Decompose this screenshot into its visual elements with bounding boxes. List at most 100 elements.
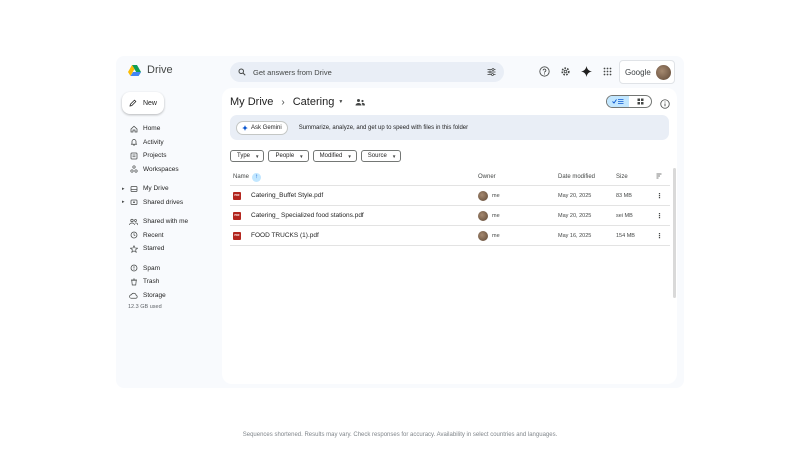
spam-icon: [129, 264, 138, 273]
drive-logo-icon: [128, 64, 141, 76]
pdf-file-icon: PDF: [233, 231, 241, 240]
list-view-button[interactable]: [607, 96, 629, 107]
more-actions-icon[interactable]: ⋮: [656, 232, 663, 240]
sidebar-item-label: Activity: [143, 138, 164, 146]
apps-grid-icon[interactable]: [601, 65, 613, 77]
gemini-sparkle-icon[interactable]: [580, 65, 592, 77]
pdf-file-icon: PDF: [233, 191, 241, 200]
dropdown-arrow-icon: ▼: [255, 153, 260, 159]
people-icon: [129, 217, 138, 226]
avatar[interactable]: [656, 64, 671, 80]
sidebar-item-shared-with-me[interactable]: Shared with me: [122, 215, 220, 229]
file-owner: me: [492, 212, 500, 219]
sidebar-item-label: Spam: [143, 264, 160, 272]
more-actions-icon[interactable]: ⋮: [656, 212, 663, 220]
more-actions-icon[interactable]: ⋮: [656, 192, 663, 200]
file-owner: me: [492, 192, 500, 199]
expand-caret-icon[interactable]: ▸: [122, 199, 125, 205]
home-icon: [129, 124, 138, 133]
file-date-modified: May 16, 2025: [558, 232, 592, 239]
breadcrumb: My Drive › Catering ▼: [230, 96, 366, 108]
pencil-icon: [129, 99, 137, 107]
breadcrumb-root[interactable]: My Drive: [230, 96, 273, 108]
sidebar-item-label: Storage: [143, 291, 166, 299]
filter-chip-source[interactable]: Source ▼: [360, 150, 402, 162]
filter-chip-modified[interactable]: Modified ▼: [312, 150, 357, 162]
new-button[interactable]: New: [122, 92, 164, 114]
dropdown-arrow-icon: ▼: [347, 153, 352, 159]
projects-icon: [129, 151, 138, 160]
sidebar-item-label: Starred: [143, 245, 165, 253]
gemini-suggestion-bar: Ask Gemini Summarize, analyze, and get u…: [230, 115, 669, 140]
shared-folder-icon[interactable]: [355, 98, 366, 106]
file-date-modified: May 20, 2025: [558, 192, 592, 199]
file-table: Name ↑ Owner Date modified Size PDF Cate…: [230, 169, 670, 246]
drive-icon: [129, 184, 138, 193]
search-input[interactable]: Get answers from Drive: [253, 68, 487, 77]
new-button-label: New: [142, 99, 157, 107]
column-header-size[interactable]: Size: [616, 174, 628, 180]
settings-gear-icon[interactable]: [559, 65, 571, 77]
file-name[interactable]: FOOD TRUCKS (1).pdf: [251, 232, 319, 239]
sidebar-item-projects[interactable]: Projects: [122, 149, 220, 163]
ask-gemini-button[interactable]: Ask Gemini: [236, 120, 288, 135]
file-name[interactable]: Catering_ Specialized food stations.pdf: [251, 212, 364, 219]
cloud-icon: [129, 291, 138, 300]
file-size: sei MB: [616, 212, 633, 219]
sidebar-item-trash[interactable]: Trash: [122, 275, 220, 289]
info-icon[interactable]: [660, 96, 670, 114]
sidebar-item-workspaces[interactable]: Workspaces: [122, 163, 220, 177]
account-switcher[interactable]: Google: [619, 60, 675, 84]
help-icon[interactable]: [538, 65, 550, 77]
filter-chip-type[interactable]: Type ▼: [230, 150, 265, 162]
filter-chip-label: Modified: [319, 153, 343, 159]
dropdown-arrow-icon: ▼: [391, 153, 397, 159]
sidebar-item-my-drive[interactable]: ▸ My Drive: [122, 182, 220, 196]
drive-app-window: Drive Get answers from Drive Google New …: [116, 56, 684, 388]
bell-icon: [129, 138, 138, 147]
column-header-date-modified[interactable]: Date modified: [558, 174, 595, 180]
file-name[interactable]: Catering_Buffet Style.pdf: [251, 192, 323, 199]
footer-disclaimer: Sequences shortened. Results may vary. C…: [242, 432, 558, 438]
filter-chip-people[interactable]: People ▼: [268, 150, 309, 162]
column-header-name[interactable]: Name ↑: [233, 172, 262, 182]
trash-icon: [129, 277, 138, 286]
sidebar-item-activity[interactable]: Activity: [122, 136, 220, 150]
sidebar-item-spam[interactable]: Spam: [122, 262, 220, 276]
storage-usage-text: 12.3 GB used: [128, 304, 162, 310]
sidebar-item-label: Projects: [143, 152, 167, 160]
sidebar-item-recent[interactable]: Recent: [122, 229, 220, 243]
sidebar-item-label: Recent: [143, 231, 164, 239]
dropdown-arrow-icon: ▼: [299, 153, 304, 159]
gemini-prompt-text: Summarize, analyze, and get up to speed …: [298, 124, 469, 131]
search-bar[interactable]: Get answers from Drive: [230, 62, 504, 82]
sidebar-item-label: Home: [143, 125, 161, 133]
main-content: My Drive › Catering ▼ Ask Gemini Summari…: [222, 88, 677, 384]
sidebar-item-shared-drives[interactable]: ▸ Shared drives: [122, 196, 220, 210]
filter-chip-label: People: [275, 153, 295, 159]
expand-caret-icon[interactable]: ▸: [122, 186, 125, 192]
shared-drives-icon: [129, 198, 138, 207]
sidebar-item-home[interactable]: Home: [122, 122, 220, 136]
table-row[interactable]: PDF FOOD TRUCKS (1).pdf me May 16, 2025 …: [230, 226, 670, 246]
ask-gemini-label: Ask Gemini: [251, 124, 282, 131]
drive-logo[interactable]: Drive: [128, 64, 173, 76]
sort-options-icon[interactable]: [656, 173, 662, 181]
table-header: Name ↑ Owner Date modified Size: [230, 169, 670, 186]
sort-ascending-icon[interactable]: ↑: [252, 172, 262, 182]
filter-chip-label: Type: [237, 153, 251, 159]
table-row[interactable]: PDF Catering_Buffet Style.pdf me May 20,…: [230, 186, 670, 206]
filter-options-icon[interactable]: [487, 68, 496, 76]
sidebar-item-label: Workspaces: [143, 165, 179, 173]
folder-menu-dropdown-icon: ▼: [338, 99, 344, 105]
grid-view-button[interactable]: [629, 96, 651, 107]
sidebar-item-starred[interactable]: Starred: [122, 242, 220, 256]
clock-icon: [129, 231, 138, 240]
file-date-modified: May 20, 2025: [558, 212, 592, 219]
sidebar-item-label: Shared with me: [143, 218, 189, 226]
breadcrumb-current-folder[interactable]: Catering ▼: [293, 96, 344, 108]
column-header-owner[interactable]: Owner: [478, 174, 496, 180]
sidebar-item-storage[interactable]: Storage: [122, 289, 220, 303]
table-row[interactable]: PDF Catering_ Specialized food stations.…: [230, 206, 670, 226]
vertical-scrollbar[interactable]: [673, 168, 676, 298]
